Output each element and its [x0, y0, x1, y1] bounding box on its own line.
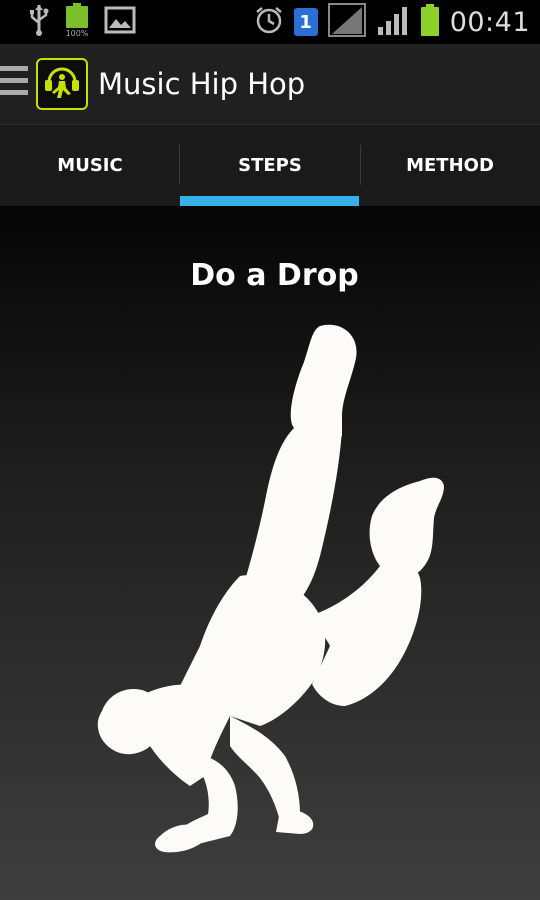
app-title: Music Hip Hop	[98, 67, 306, 101]
battery-icon: 100%	[64, 3, 90, 41]
breakdancer-silhouette	[80, 316, 460, 876]
no-signal-icon	[327, 3, 366, 41]
sim-icon: 1	[293, 8, 318, 36]
tab-music[interactable]: MUSIC	[0, 125, 180, 206]
clock: 00:41	[449, 6, 530, 38]
image-icon	[104, 6, 136, 38]
battery-charging-icon	[420, 4, 440, 40]
drawer-menu-icon[interactable]	[0, 66, 28, 102]
alarm-icon	[254, 5, 284, 39]
step-content: Do a Drop	[0, 206, 540, 900]
tab-steps[interactable]: STEPS	[180, 125, 360, 206]
headphone-dancer-logo[interactable]	[36, 58, 88, 110]
battery-level-text: 100%	[66, 29, 89, 37]
status-bar: 100% 1 00:41	[0, 0, 540, 44]
usb-icon	[28, 3, 50, 41]
action-bar: Music Hip Hop	[0, 44, 540, 124]
selected-tab-indicator	[180, 196, 359, 206]
signal-icon	[376, 5, 410, 39]
step-title: Do a Drop	[190, 258, 359, 293]
tab-bar: MUSIC STEPS METHOD	[0, 124, 540, 206]
tab-method[interactable]: METHOD	[360, 125, 540, 206]
